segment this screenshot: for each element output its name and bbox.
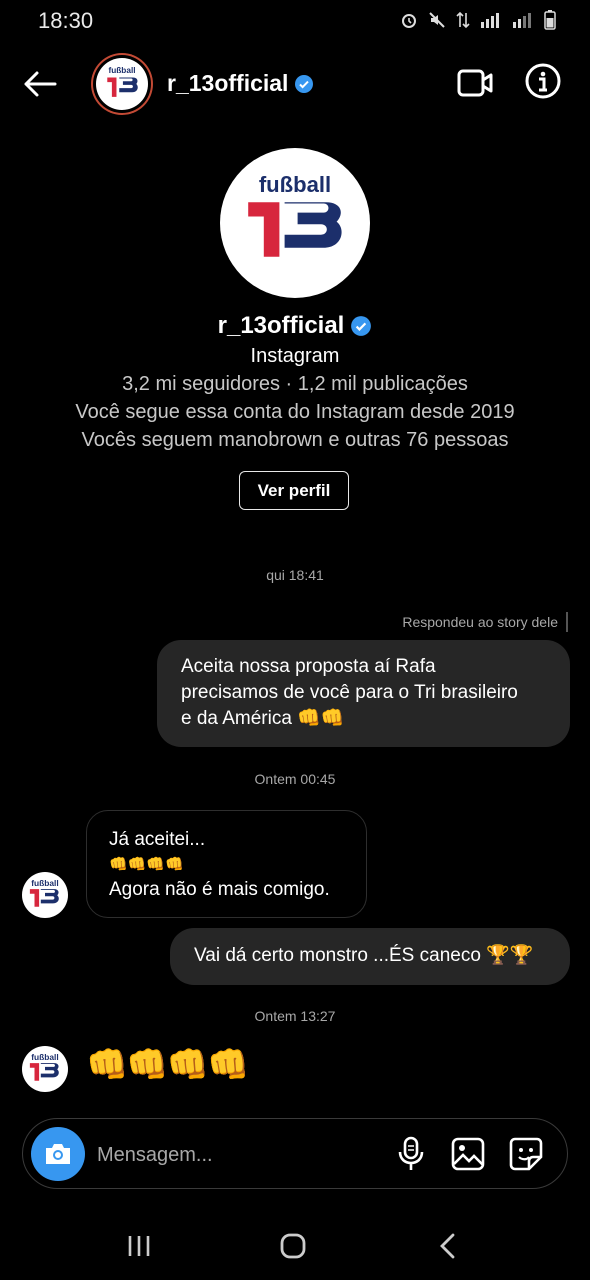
profile-follow-since: Você segue essa conta do Instagram desde…: [75, 401, 515, 423]
nav-back-icon: [440, 1233, 455, 1259]
logo-top-text: fußball: [108, 66, 135, 75]
story-reply-bar: [566, 612, 568, 632]
status-icons: [400, 10, 556, 30]
header-username[interactable]: r_13official: [167, 70, 314, 97]
sender-logo-image: fußball: [29, 878, 59, 907]
signal-icon: [481, 13, 499, 28]
profile-source: Instagram: [250, 345, 340, 367]
nav-back-button[interactable]: [436, 1232, 458, 1260]
video-call-button[interactable]: [456, 64, 496, 104]
info-button[interactable]: [524, 62, 564, 102]
back-button[interactable]: [20, 62, 60, 106]
verified-badge-icon: [295, 74, 314, 93]
camera-icon: [46, 1144, 70, 1164]
sender-logo-top-text: fußball: [31, 1052, 58, 1062]
profile-avatar[interactable]: fußball: [220, 148, 370, 298]
profile-name: r_13official: [0, 312, 590, 340]
video-call-icon: [457, 69, 493, 97]
camera-button[interactable]: [31, 1127, 85, 1181]
message-text-line: e da América 👊👊: [181, 708, 345, 729]
data-icon: [456, 11, 470, 29]
header-username-text: r_13official: [167, 70, 289, 96]
nav-recents-icon: [128, 1236, 150, 1256]
battery-icon: [544, 10, 556, 30]
gallery-icon: [451, 1137, 485, 1171]
message-timestamp: qui 18:41: [266, 567, 324, 583]
sticker-button[interactable]: [509, 1137, 543, 1171]
message-text-line: Já aceitei...: [109, 829, 206, 850]
microphone-button[interactable]: [396, 1136, 426, 1172]
message-bubble-sent[interactable]: Aceita nossa proposta aí Rafa precisamos…: [157, 640, 570, 747]
profile-logo-top-text: fußball: [259, 172, 331, 197]
message-text-line: Vai dá certo monstro ...ÉS caneco 🏆🏆: [194, 945, 534, 966]
message-text-line: Agora não é mais comigo.: [109, 879, 330, 900]
view-profile-button[interactable]: Ver perfil: [239, 471, 349, 510]
sender-logo-top-text: fußball: [31, 878, 58, 888]
profile-name-text: r_13official: [217, 312, 345, 339]
sender-avatar[interactable]: fußball: [22, 872, 68, 918]
sender-avatar[interactable]: fußball: [22, 1046, 68, 1092]
profile-stats: 3,2 mi seguidores · 1,2 mil publicações: [122, 373, 468, 395]
sender-logo-image: fußball: [29, 1052, 59, 1081]
message-timestamp: Ontem 00:45: [254, 771, 336, 787]
mute-icon: [429, 12, 445, 28]
message-text-line: precisamos de você para o Tri brasileiro: [181, 682, 518, 703]
profile-logo-image: fußball: [248, 172, 342, 257]
message-bubble-received[interactable]: Já aceitei... 👊👊👊👊 Agora não é mais comi…: [86, 810, 367, 918]
info-icon: [525, 63, 561, 99]
message-text-line: 👊👊👊👊: [109, 856, 184, 873]
logo-image: fußball: [107, 66, 138, 97]
verified-badge-icon: [351, 316, 372, 336]
gallery-button[interactable]: [451, 1137, 485, 1171]
message-timestamp: Ontem 13:27: [254, 1008, 336, 1024]
nav-recents-button[interactable]: [127, 1234, 151, 1258]
back-arrow-icon: [24, 71, 57, 97]
nav-home-icon: [280, 1233, 306, 1259]
message-emoji-received[interactable]: 👊👊👊👊: [86, 1045, 249, 1085]
header-avatar[interactable]: fußball: [96, 58, 148, 110]
message-text-line: Aceita nossa proposta aí Rafa: [181, 656, 436, 677]
sticker-icon: [509, 1137, 543, 1171]
message-input[interactable]: [97, 1138, 367, 1172]
status-time: 18:30: [38, 8, 94, 33]
alarm-icon: [402, 14, 416, 28]
nav-home-button[interactable]: [279, 1232, 307, 1260]
profile-mutual-followers: Vocês seguem manobrown e outras 76 pesso…: [81, 429, 509, 451]
message-bubble-sent[interactable]: Vai dá certo monstro ...ÉS caneco 🏆🏆: [170, 928, 570, 985]
microphone-icon: [398, 1136, 424, 1170]
signal-2-icon: [513, 13, 531, 28]
story-reply-label: Respondeu ao story dele: [402, 614, 558, 630]
